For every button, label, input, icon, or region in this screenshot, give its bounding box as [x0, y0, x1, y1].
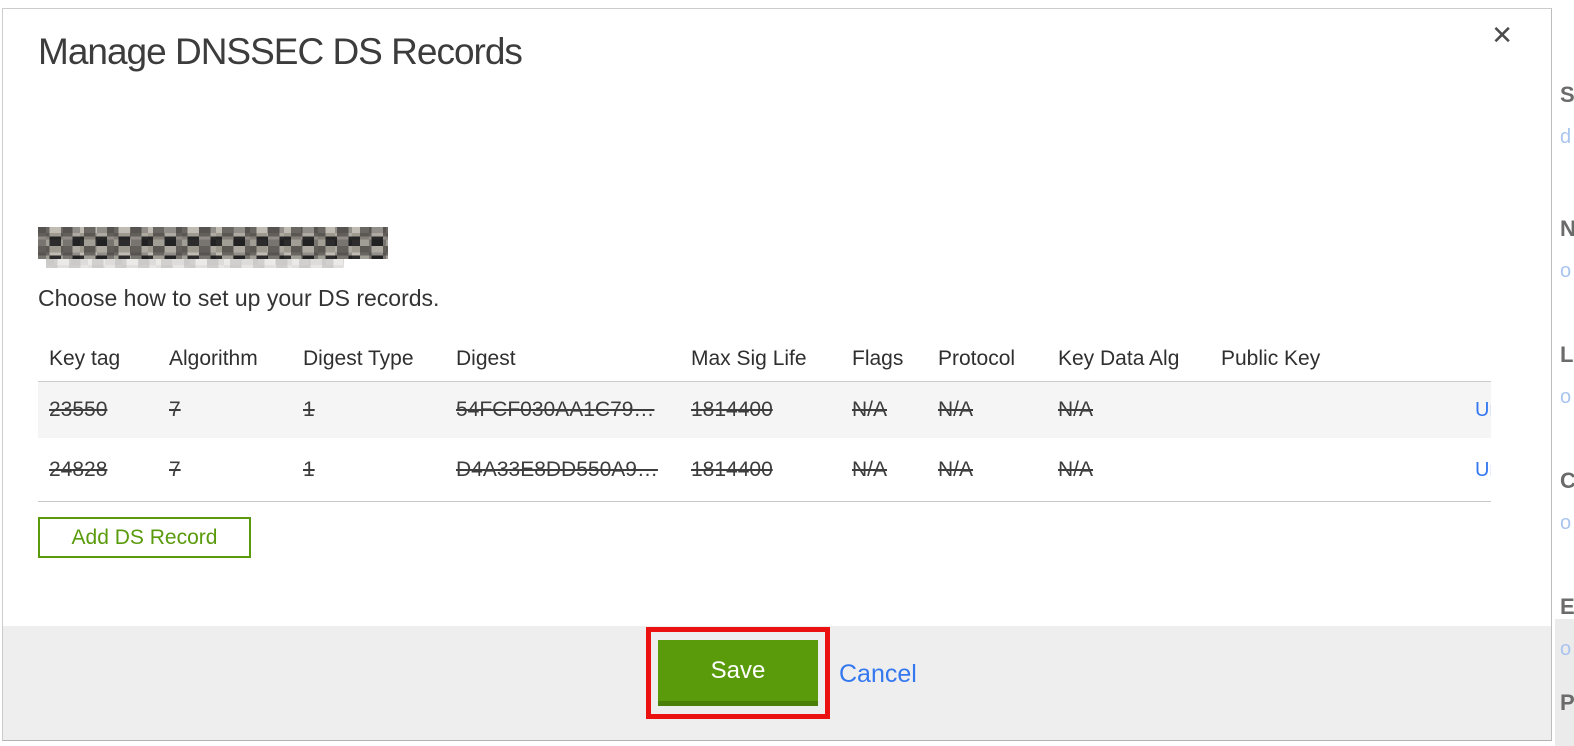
page-behind-fragment: o: [1560, 512, 1572, 534]
table-row: 24828 7 1 D4A33E8DD550A9… 1814400 N/A N/…: [38, 438, 1491, 502]
cell-max-sig-life: 1814400: [691, 398, 773, 421]
modal-footer: Save Cancel: [3, 626, 1551, 740]
undo-link[interactable]: Undo: [1475, 399, 1491, 421]
table-row: 23550 7 1 54FCF030AA1C79… 1814400 N/A N/…: [38, 381, 1491, 438]
table-header-row: Key tag Algorithm Digest Type Digest Max…: [38, 336, 1491, 381]
cell-digest-type: 1: [303, 457, 315, 481]
page-behind-fragment: E: [1560, 594, 1574, 619]
cell-algorithm: 7: [169, 398, 181, 421]
col-header-flags: Flags: [852, 346, 904, 370]
col-header-key-tag: Key tag: [49, 346, 121, 370]
undo-link[interactable]: Undo: [1475, 459, 1491, 481]
dnssec-modal: Manage DNSSEC DS Records ✕ Choose how to…: [2, 8, 1552, 741]
col-header-protocol: Protocol: [938, 346, 1016, 370]
page-behind-fragment: S: [1560, 82, 1574, 107]
table-body: 23550 7 1 54FCF030AA1C79… 1814400 N/A N/…: [38, 381, 1491, 502]
cell-key-data-alg: N/A: [1058, 457, 1094, 481]
page-behind-fragment: P: [1560, 690, 1574, 715]
cell-key-data-alg: N/A: [1058, 398, 1094, 421]
cell-max-sig-life: 1814400: [691, 457, 773, 481]
annotation-highlight-box: Save: [646, 627, 830, 719]
instruction-text: Choose how to set up your DS records.: [38, 285, 440, 311]
cell-key-tag: 24828: [49, 457, 108, 481]
cancel-link[interactable]: Cancel: [839, 660, 917, 689]
cell-digest-type: 1: [303, 398, 315, 421]
add-ds-record-button[interactable]: Add DS Record: [38, 517, 251, 558]
cell-flags: N/A: [852, 457, 888, 481]
cell-digest: 54FCF030AA1C79…: [456, 398, 655, 421]
col-header-public-key: Public Key: [1221, 346, 1321, 370]
page-behind-fragment: L: [1560, 342, 1574, 367]
page-behind-edge: SdNoLoCoEoP: [1553, 0, 1574, 746]
page-behind-fragment: o: [1560, 386, 1572, 408]
save-button[interactable]: Save: [658, 640, 818, 706]
cell-flags: N/A: [852, 398, 888, 421]
page-behind-fragment: N: [1560, 216, 1574, 241]
col-header-digest-type: Digest Type: [303, 346, 414, 370]
cell-digest: D4A33E8DD550A9…: [456, 457, 658, 481]
cell-algorithm: 7: [169, 457, 181, 481]
page-behind-fragment: o: [1560, 638, 1572, 660]
page-behind-fragment: C: [1560, 468, 1574, 493]
col-header-key-data-alg: Key Data Alg: [1058, 346, 1180, 370]
page-behind-fragment: d: [1560, 126, 1572, 148]
ds-records-table: Key tag Algorithm Digest Type Digest Max…: [38, 336, 1491, 502]
cell-protocol: N/A: [938, 398, 974, 421]
col-header-digest: Digest: [456, 346, 516, 370]
cell-protocol: N/A: [938, 457, 974, 481]
cell-action: Undo: [1464, 458, 1491, 482]
cell-key-tag: 23550: [49, 398, 108, 421]
page-title: Manage DNSSEC DS Records: [38, 31, 523, 72]
page-behind-fragment: o: [1560, 260, 1572, 282]
cell-action: Undo: [1464, 398, 1491, 422]
col-header-algorithm: Algorithm: [169, 346, 258, 370]
domain-name-redacted: [38, 227, 388, 268]
col-header-max-sig-life: Max Sig Life: [691, 346, 807, 370]
close-icon[interactable]: ✕: [1491, 23, 1513, 49]
